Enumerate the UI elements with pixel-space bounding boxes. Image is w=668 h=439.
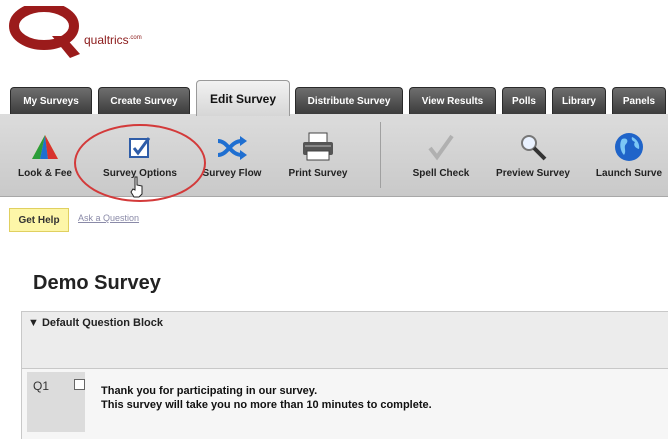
launch-survey-label: Launch Surve (595, 168, 663, 179)
question-text-line-2: This survey will take you no more than 1… (101, 399, 432, 411)
question-select-checkbox[interactable] (74, 379, 85, 390)
tab-polls[interactable]: Polls (502, 87, 546, 114)
look-feel-label: Look & Fee (18, 168, 72, 179)
flow-arrows-icon (215, 132, 249, 162)
qualtrics-logo (9, 6, 80, 58)
hand-cursor-icon (130, 176, 143, 198)
spell-check-label: Spell Check (412, 168, 470, 179)
survey-flow-label: Survey Flow (202, 168, 262, 179)
look-feel-icon (28, 132, 62, 162)
tab-distribute-survey[interactable]: Distribute Survey (295, 87, 403, 114)
print-survey-label: Print Survey (288, 168, 348, 179)
preview-survey-button[interactable]: Preview Survey (488, 114, 578, 196)
magnifier-icon (516, 132, 550, 162)
survey-title: Demo Survey (33, 272, 161, 294)
ask-question-link[interactable]: Ask a Question (78, 213, 139, 223)
tab-panels[interactable]: Panels (612, 87, 666, 114)
spell-check-button[interactable]: Spell Check (404, 114, 478, 196)
survey-flow-button[interactable]: Survey Flow (196, 114, 268, 196)
print-survey-button[interactable]: Print Survey (280, 114, 356, 196)
brand-name: qualtrics.com (84, 33, 142, 47)
question-block-header[interactable]: ▼ Default Question Block (28, 317, 163, 329)
main-tabs: My Surveys Create Survey Edit Survey Dis… (0, 80, 668, 116)
toolbar-divider (380, 122, 381, 188)
tab-my-surveys[interactable]: My Surveys (10, 87, 92, 114)
tab-library[interactable]: Library (552, 87, 606, 114)
tab-create-survey[interactable]: Create Survey (98, 87, 190, 114)
question-number: Q1 (33, 379, 50, 393)
tab-view-results[interactable]: View Results (409, 87, 496, 114)
get-help-button[interactable]: Get Help (9, 208, 69, 232)
printer-icon (301, 132, 335, 162)
question-text[interactable]: Thank you for participating in our surve… (101, 384, 432, 412)
globe-icon (612, 132, 646, 162)
checkmark-icon (424, 132, 458, 162)
preview-survey-label: Preview Survey (496, 168, 570, 179)
tab-edit-survey[interactable]: Edit Survey (196, 80, 290, 116)
launch-survey-button[interactable]: Launch Surve (590, 114, 668, 196)
look-feel-button[interactable]: Look & Fee (10, 114, 80, 196)
question-text-line-1: Thank you for participating in our surve… (101, 385, 318, 397)
